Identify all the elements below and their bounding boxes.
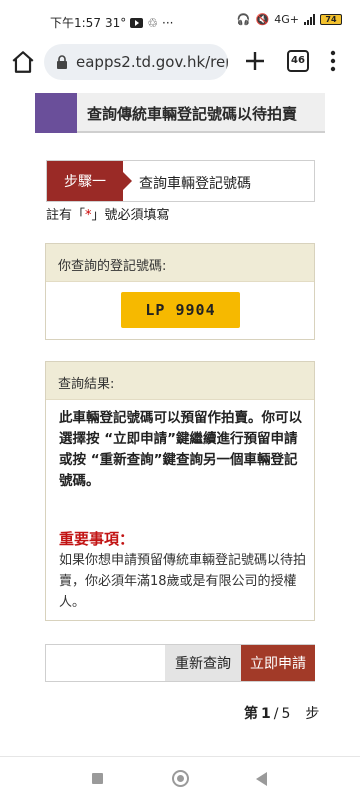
plate-number: LP 9904 xyxy=(121,292,240,328)
tab-switcher-button[interactable]: 46 xyxy=(287,50,309,72)
address-bar[interactable]: eapps2.td.gov.hk/repo xyxy=(44,44,228,80)
footer-divider xyxy=(0,756,360,757)
mute-icon: 🔇 xyxy=(255,13,270,26)
step-description: 查詢車輛登記號碼 xyxy=(139,176,251,192)
recent-apps-icon[interactable] xyxy=(92,773,103,784)
requery-button[interactable]: 重新查詢 xyxy=(165,645,241,681)
important-title: 重要事項： xyxy=(59,530,135,548)
action-bar: 重新查詢 立即申請 xyxy=(45,644,315,682)
queried-reg-number-panel: 你查詢的登記號碼: LP 9904 xyxy=(45,243,315,340)
pager-suffix: 步 xyxy=(305,706,320,722)
status-time: 下午1:57 xyxy=(50,16,101,30)
apply-now-button[interactable]: 立即申請 xyxy=(241,645,315,681)
important-message: 如果你想申請預留傳統車輛登記號碼以待拍賣，你必須年滿18歲或是有限公司的授權人。 xyxy=(59,553,307,610)
youtube-icon xyxy=(130,17,144,28)
system-nav-bar xyxy=(0,760,360,800)
home-circle-icon[interactable] xyxy=(172,770,189,787)
page-title: 查詢傳統車輛登記號碼以待拍賣 xyxy=(87,105,298,123)
required-note-suffix: 」號必須填寫 xyxy=(91,208,170,223)
pager-prefix: 第 xyxy=(244,706,258,722)
result-message: 此車輛登記號碼可以預留作拍賣。你可以選擇按 “立即申請”鍵繼續進行預留申請或按 … xyxy=(59,410,302,489)
query-result-panel: 查詢結果: 此車輛登記號碼可以預留作拍賣。你可以選擇按 “立即申請”鍵繼續進行預… xyxy=(45,361,315,621)
pager-separator: / xyxy=(273,706,279,722)
browser-toolbar: eapps2.td.gov.hk/repo 46 xyxy=(0,40,360,84)
status-temperature: 31° xyxy=(104,15,127,30)
reg-panel-heading: 你查詢的登記號碼: xyxy=(46,244,314,282)
headphones-icon: 🎧 xyxy=(236,13,251,26)
required-note-prefix: 註有「 xyxy=(46,208,86,223)
lock-icon xyxy=(57,55,67,69)
result-panel-heading: 查詢結果: xyxy=(46,362,314,400)
back-icon[interactable] xyxy=(256,772,267,786)
more-menu-icon[interactable] xyxy=(330,50,336,72)
step-label: 步驟一 xyxy=(47,161,132,201)
recycle-icon: ♲ xyxy=(147,15,158,30)
url-text: eapps2.td.gov.hk/repo xyxy=(76,53,228,71)
step-indicator: 步驟一 查詢車輛登記號碼 xyxy=(46,160,315,202)
status-bar: 下午1:57 31° ♲ ··· 🎧 🔇 4G+ 74 xyxy=(0,0,360,40)
new-tab-icon[interactable] xyxy=(244,50,266,72)
network-label: 4G+ xyxy=(274,13,299,26)
pager-total: 5 xyxy=(281,706,291,722)
signal-icon xyxy=(304,14,315,25)
pager-current: 1 xyxy=(261,706,271,722)
step-pager: 第 1 / 5 步 xyxy=(244,703,319,723)
battery-icon: 74 xyxy=(320,14,342,25)
home-icon[interactable] xyxy=(10,49,36,75)
title-accent-block xyxy=(35,93,77,133)
required-field-note: 註有「*」號必須填寫 xyxy=(46,204,170,223)
more-notifications-icon: ··· xyxy=(162,15,174,30)
page-title-banner: 查詢傳統車輛登記號碼以待拍賣 xyxy=(35,93,325,133)
